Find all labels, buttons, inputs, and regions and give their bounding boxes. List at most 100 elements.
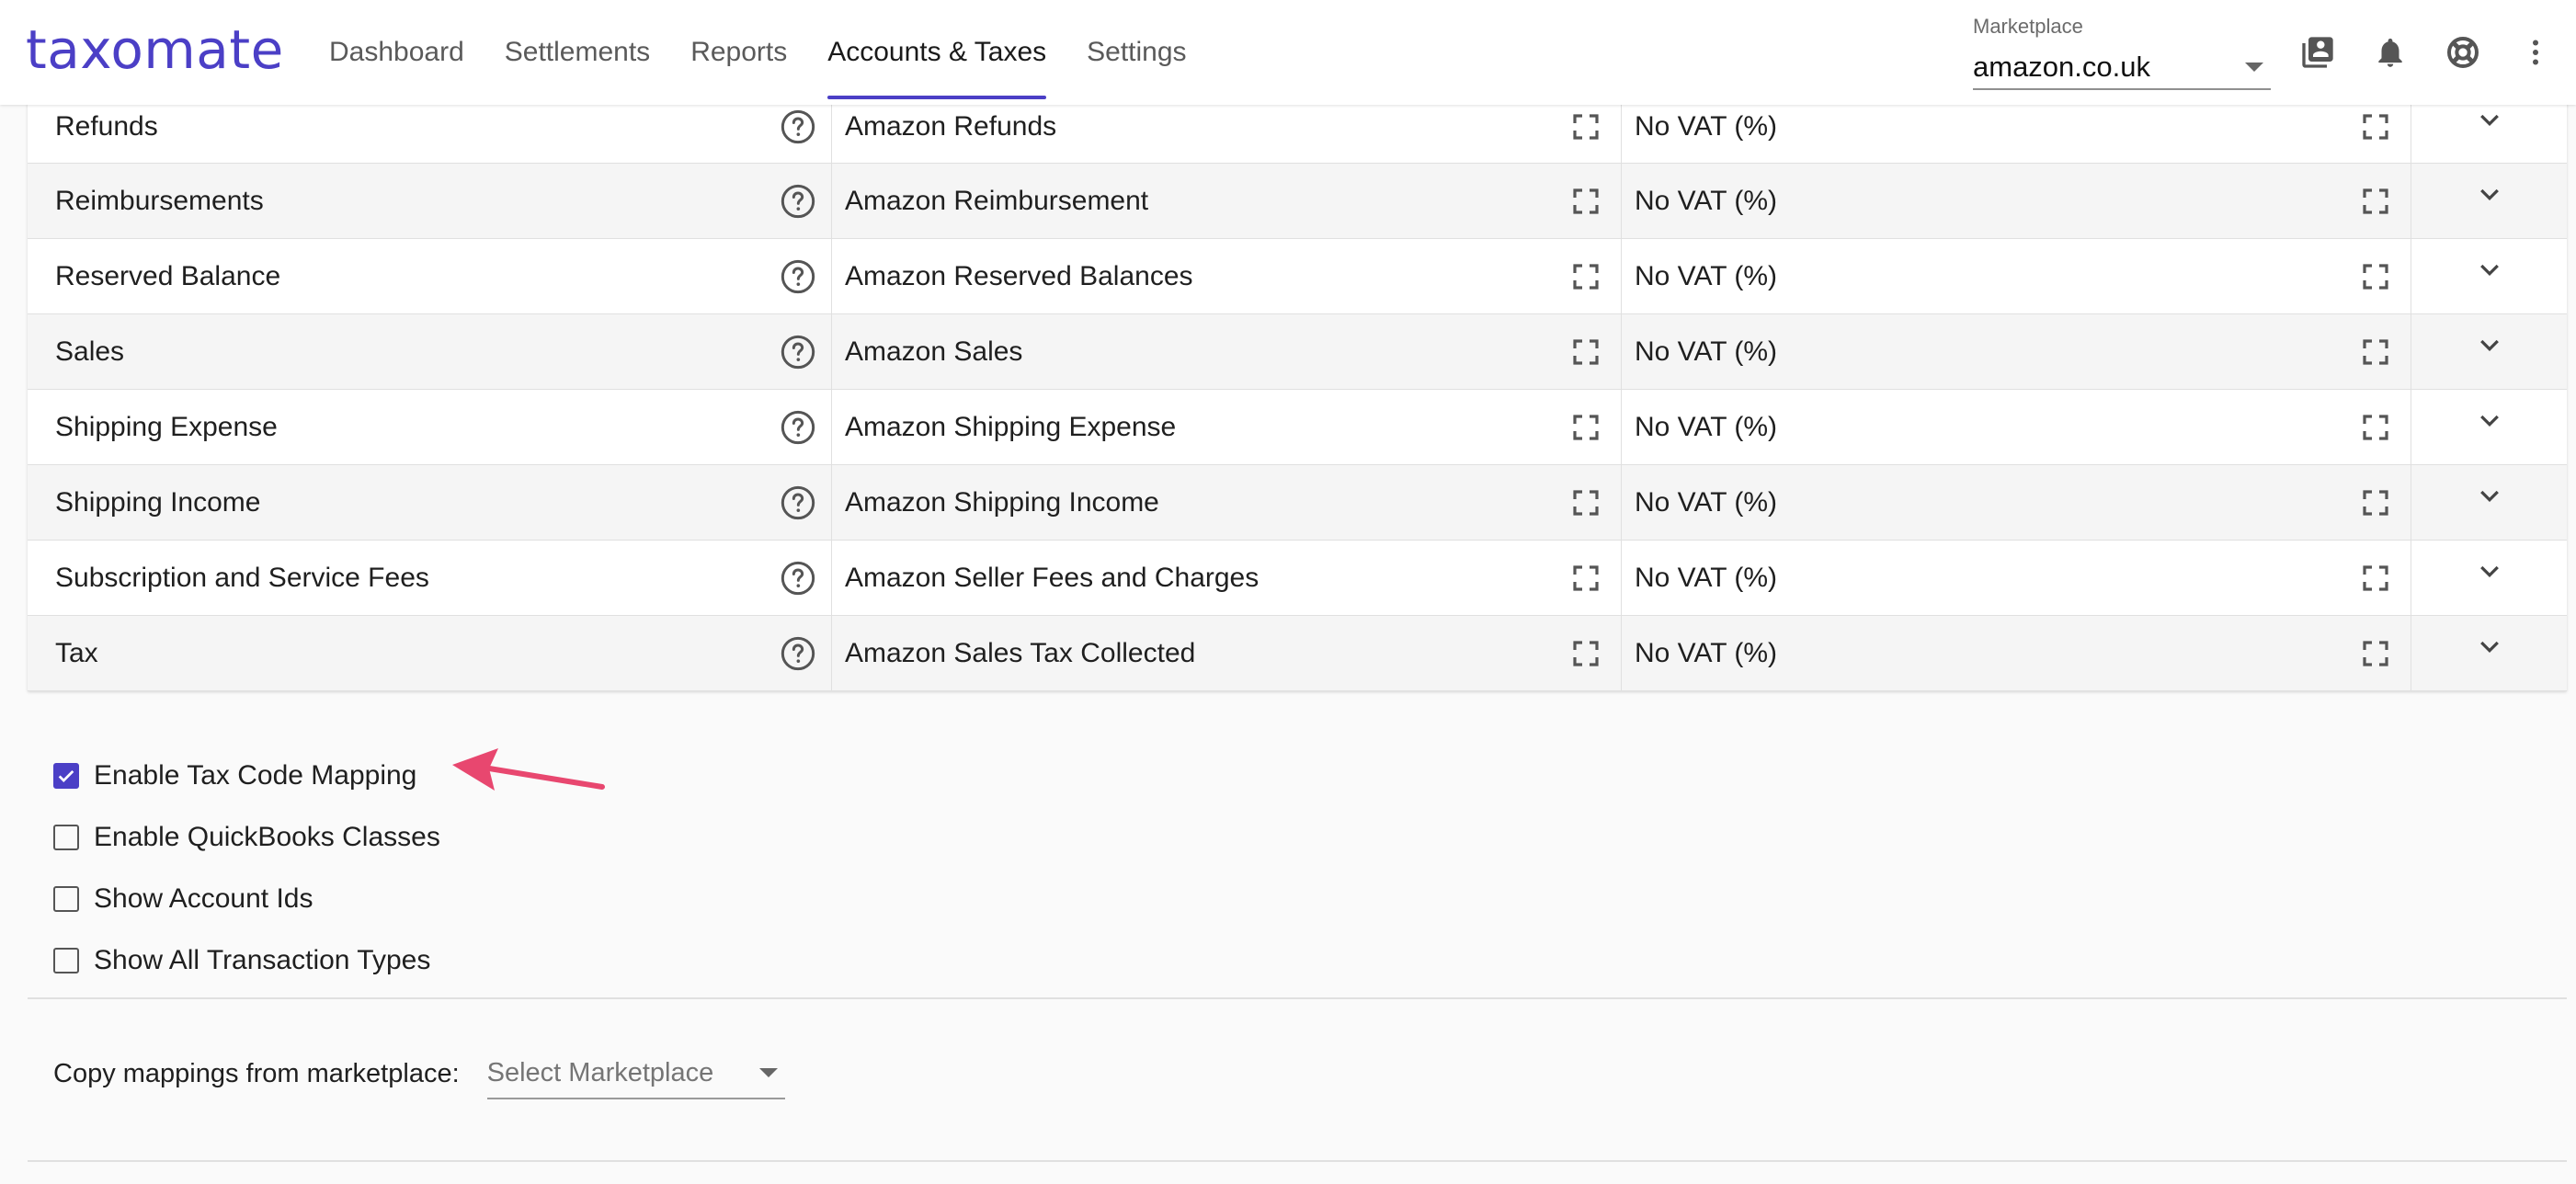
row-expand-toggle[interactable] (2411, 390, 2567, 464)
annotation-arrow-icon (452, 748, 605, 791)
chevron-down-icon[interactable] (2476, 483, 2503, 510)
row-expand-toggle[interactable] (2411, 239, 2567, 313)
row-expand-toggle[interactable] (2411, 164, 2567, 238)
marketplace-value-row[interactable]: amazon.co.uk (1973, 46, 2271, 90)
transaction-type-cell: Shipping Expense (28, 390, 832, 464)
row-expand-toggle[interactable] (2411, 616, 2567, 690)
account-value: Amazon Shipping Expense (845, 411, 1177, 442)
account-select[interactable]: Amazon Sales (832, 314, 1622, 389)
mapping-options: Enable Tax Code Mapping Enable QuickBook… (53, 745, 440, 991)
transaction-type-cell: Subscription and Service Fees (28, 541, 832, 615)
expand-icon[interactable] (2361, 187, 2390, 216)
expand-icon[interactable] (2361, 413, 2390, 442)
account-value: Amazon Seller Fees and Charges (845, 562, 1260, 593)
lifebuoy-icon[interactable] (2440, 29, 2486, 75)
chevron-down-icon[interactable] (2476, 107, 2503, 134)
tax-code-select[interactable]: No VAT (%) (1622, 616, 2411, 690)
chevron-down-icon[interactable] (2476, 633, 2503, 661)
transaction-type-label: Tax (55, 637, 98, 668)
help-icon[interactable] (780, 409, 816, 446)
expand-icon[interactable] (1571, 488, 1601, 518)
option-show-account-ids[interactable]: Show Account Ids (53, 868, 440, 929)
help-icon[interactable] (780, 108, 816, 145)
chevron-down-icon[interactable] (2476, 407, 2503, 435)
nav-dashboard[interactable]: Dashboard (329, 0, 464, 105)
transaction-type-cell: Reimbursements (28, 164, 832, 238)
tax-code-select[interactable]: No VAT (%) (1622, 390, 2411, 464)
nav-settlements[interactable]: Settlements (505, 0, 650, 105)
expand-icon[interactable] (2361, 488, 2390, 518)
nav-reports[interactable]: Reports (690, 0, 787, 105)
app-header: taxomate Dashboard Settlements Reports A… (0, 0, 2576, 105)
help-icon[interactable] (780, 484, 816, 521)
checkbox-checked[interactable] (53, 762, 79, 789)
marketplace-select[interactable]: Marketplace amazon.co.uk (1973, 15, 2271, 90)
tax-code-select[interactable]: No VAT (%) (1622, 314, 2411, 389)
account-select[interactable]: Amazon Reserved Balances (832, 239, 1622, 313)
row-expand-toggle[interactable] (2411, 465, 2567, 540)
help-icon[interactable] (780, 334, 816, 370)
account-select[interactable]: Amazon Shipping Income (832, 465, 1622, 540)
option-label: Enable Tax Code Mapping (94, 759, 417, 791)
expand-icon[interactable] (1571, 262, 1601, 291)
tax-code-select[interactable]: No VAT (%) (1622, 465, 2411, 540)
row-expand-toggle[interactable] (2411, 314, 2567, 389)
expand-icon[interactable] (2361, 639, 2390, 668)
tax-code-value: No VAT (%) (1635, 637, 1778, 668)
tax-code-select[interactable]: No VAT (%) (1622, 164, 2411, 238)
copy-marketplace-select[interactable]: Select Marketplace (486, 1048, 785, 1099)
account-mapping-table: Refunds Amazon Refunds No VAT (%) Reimbu… (28, 90, 2567, 691)
table-row: Sales Amazon Sales No VAT (%) (28, 314, 2567, 390)
table-row: Shipping Expense Amazon Shipping Expense… (28, 390, 2567, 465)
nav-settings[interactable]: Settings (1087, 0, 1186, 105)
checkbox-unchecked[interactable] (53, 824, 79, 850)
help-icon[interactable] (780, 183, 816, 220)
account-value: Amazon Sales (845, 336, 1023, 367)
expand-icon[interactable] (2361, 112, 2390, 142)
chevron-down-icon[interactable] (2476, 181, 2503, 209)
transaction-type-cell: Shipping Income (28, 465, 832, 540)
contacts-book-icon[interactable] (2295, 29, 2341, 75)
tax-code-select[interactable]: No VAT (%) (1622, 541, 2411, 615)
option-enable-quickbooks-classes[interactable]: Enable QuickBooks Classes (53, 806, 440, 868)
transaction-type-label: Reserved Balance (55, 260, 281, 291)
main-nav: Dashboard Settlements Reports Accounts &… (329, 0, 1227, 105)
chevron-down-icon[interactable] (2476, 332, 2503, 359)
account-select[interactable]: Amazon Seller Fees and Charges (832, 541, 1622, 615)
expand-icon[interactable] (2361, 262, 2390, 291)
help-icon[interactable] (780, 560, 816, 597)
expand-icon[interactable] (2361, 564, 2390, 593)
row-expand-toggle[interactable] (2411, 541, 2567, 615)
account-value: Amazon Sales Tax Collected (845, 637, 1196, 668)
section-divider (28, 997, 2567, 999)
expand-icon[interactable] (2361, 337, 2390, 367)
checkbox-unchecked[interactable] (53, 885, 79, 912)
help-icon[interactable] (780, 258, 816, 295)
expand-icon[interactable] (1571, 337, 1601, 367)
expand-icon[interactable] (1571, 639, 1601, 668)
tax-code-value: No VAT (%) (1635, 260, 1778, 291)
nav-accounts-taxes[interactable]: Accounts & Taxes (827, 0, 1046, 105)
account-select[interactable]: Amazon Sales Tax Collected (832, 616, 1622, 690)
expand-icon[interactable] (1571, 187, 1601, 216)
tax-code-select[interactable]: No VAT (%) (1622, 239, 2411, 313)
expand-icon[interactable] (1571, 564, 1601, 593)
table-row: Subscription and Service Fees Amazon Sel… (28, 541, 2567, 616)
chevron-down-icon[interactable] (2476, 256, 2503, 284)
option-show-all-transaction-types[interactable]: Show All Transaction Types (53, 929, 440, 991)
expand-icon[interactable] (1571, 112, 1601, 142)
bell-icon[interactable] (2367, 29, 2413, 75)
account-value: Amazon Reimbursement (845, 185, 1149, 216)
account-select[interactable]: Amazon Reimbursement (832, 164, 1622, 238)
tax-code-value: No VAT (%) (1635, 110, 1778, 142)
help-icon[interactable] (780, 635, 816, 672)
taxomate-logo[interactable]: taxomate (26, 18, 284, 81)
chevron-down-icon[interactable] (2476, 558, 2503, 586)
more-vert-icon[interactable] (2513, 29, 2559, 75)
copy-mappings-row: Copy mappings from marketplace: Select M… (53, 1048, 785, 1099)
checkbox-unchecked[interactable] (53, 947, 79, 973)
marketplace-label: Marketplace (1973, 15, 2083, 38)
option-enable-tax-code-mapping[interactable]: Enable Tax Code Mapping (53, 745, 440, 806)
account-select[interactable]: Amazon Shipping Expense (832, 390, 1622, 464)
expand-icon[interactable] (1571, 413, 1601, 442)
